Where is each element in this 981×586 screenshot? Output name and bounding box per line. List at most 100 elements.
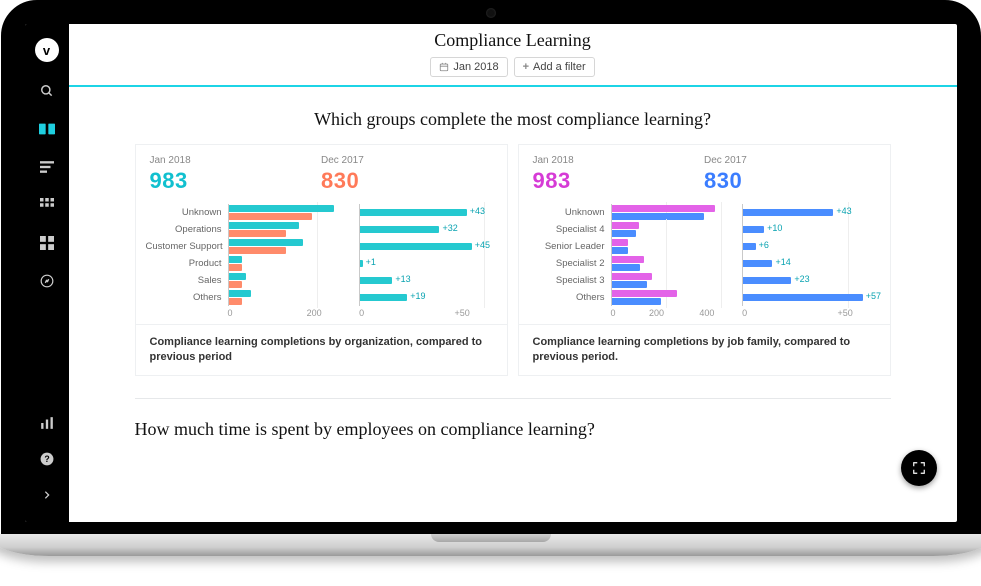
- chart-track: [611, 272, 727, 289]
- chart-row: +6: [732, 238, 879, 255]
- chart-track: +19: [359, 289, 496, 306]
- chart-value-label: +57: [866, 291, 881, 301]
- chart-bar: [229, 290, 251, 297]
- chart-bar: [229, 281, 242, 288]
- chart-bar: [612, 222, 639, 229]
- date-filter-label: Jan 2018: [453, 61, 498, 73]
- chart-track: [611, 221, 727, 238]
- chart-value-label: +19: [410, 291, 425, 301]
- list-icon[interactable]: [37, 158, 57, 176]
- main-panel: Compliance Learning Jan 2018 + Add a fil…: [69, 24, 957, 522]
- card-caption: Compliance learning completions by organ…: [136, 324, 507, 375]
- chart-row: +45: [349, 238, 496, 255]
- sidebar: v: [25, 24, 69, 522]
- chart-value-label: +43: [836, 206, 851, 216]
- chart-bar: [612, 273, 653, 280]
- chart-bar: [612, 239, 628, 246]
- chart-track: +43: [359, 204, 496, 221]
- analytics-icon[interactable]: [37, 414, 57, 432]
- svg-text:?: ?: [44, 454, 49, 464]
- chart-value-label: +14: [775, 257, 790, 267]
- chart-jobfam-delta: +43 +10 +6 +14 +23 +57 0+50: [732, 204, 879, 318]
- chart-bar: [229, 230, 286, 237]
- app-logo[interactable]: v: [35, 38, 59, 62]
- chart-bar: [612, 264, 641, 271]
- chart-bar: [612, 230, 637, 237]
- chart-bar: [612, 281, 647, 288]
- chart-value-label: +45: [475, 240, 490, 250]
- chart-bar: [743, 294, 863, 301]
- chart-bar: [229, 239, 304, 246]
- chart-row-label: Customer Support: [146, 241, 228, 252]
- date-filter-chip[interactable]: Jan 2018: [430, 57, 507, 77]
- chart-bar: [360, 260, 362, 267]
- chart-row-label: Specialist 3: [529, 275, 611, 286]
- chart-row: Specialist 2: [529, 255, 727, 272]
- chart-bar: [360, 209, 467, 216]
- chart-axis: 0200: [146, 308, 344, 318]
- chart-value-label: +23: [794, 274, 809, 284]
- chart-axis: 0+50: [732, 308, 879, 318]
- chart-bar: [360, 243, 472, 250]
- chart-track: +32: [359, 221, 496, 238]
- card-org: Jan 2018 983 Dec 2017 830 UnknownOperati…: [135, 144, 508, 376]
- chart-row-label: Others: [529, 292, 611, 303]
- chart-row: +19: [349, 289, 496, 306]
- chart-row: +32: [349, 221, 496, 238]
- help-icon[interactable]: ?: [37, 450, 57, 468]
- chart-value-label: +32: [442, 223, 457, 233]
- chart-bar: [612, 247, 628, 254]
- chart-row: +43: [349, 204, 496, 221]
- chart-bar: [743, 226, 764, 233]
- chart-bar: [229, 256, 242, 263]
- chart-row: +43: [732, 204, 879, 221]
- chart-track: +1: [359, 255, 496, 272]
- chart-row: +10: [732, 221, 879, 238]
- chart-track: [228, 238, 344, 255]
- chart-row: +23: [732, 272, 879, 289]
- chart-row: +57: [732, 289, 879, 306]
- grid-icon[interactable]: [37, 196, 57, 214]
- chart-org-delta: +43+32+45+1+13+190+50: [349, 204, 496, 318]
- chart-bar: [743, 243, 756, 250]
- library-icon[interactable]: [37, 120, 57, 138]
- chart-bar: [743, 277, 791, 284]
- chart-value-label: +6: [759, 240, 769, 250]
- fullscreen-icon: [912, 461, 926, 475]
- chart-track: [228, 204, 344, 221]
- chart-row-label: Product: [146, 258, 228, 269]
- chart-bar: [229, 264, 242, 271]
- stat-value: 983: [533, 168, 705, 194]
- chart-value-label: +43: [470, 206, 485, 216]
- chart-row: Sales: [146, 272, 344, 289]
- chart-track: [611, 204, 727, 221]
- chart-bar: [743, 209, 833, 216]
- search-icon[interactable]: [37, 82, 57, 100]
- content-scroll[interactable]: Which groups complete the most complianc…: [69, 87, 957, 522]
- chart-bar: [612, 205, 716, 212]
- chart-track: [611, 289, 727, 306]
- chart-value-label: +10: [767, 223, 782, 233]
- chart-bar: [612, 298, 661, 305]
- laptop-camera: [486, 8, 496, 18]
- laptop-hinge: [0, 534, 981, 556]
- chart-row-label: Sales: [146, 275, 228, 286]
- add-filter-label: Add a filter: [533, 61, 586, 73]
- chart-row-label: Specialist 2: [529, 258, 611, 269]
- chart-bar: [360, 277, 392, 284]
- section-divider: [135, 398, 891, 399]
- compass-icon[interactable]: [37, 272, 57, 290]
- chart-track: [611, 238, 727, 255]
- collapse-icon[interactable]: [37, 486, 57, 504]
- chart-track: +45: [359, 238, 496, 255]
- chart-axis: 0200400: [529, 308, 727, 318]
- chart-bar: [360, 294, 407, 301]
- chart-row: Customer Support: [146, 238, 344, 255]
- add-filter-chip[interactable]: + Add a filter: [514, 57, 595, 77]
- apps-icon[interactable]: [37, 234, 57, 252]
- chart-jobfam-current: UnknownSpecialist 4Senior LeaderSpeciali…: [529, 204, 727, 318]
- chart-track: +6: [742, 238, 879, 255]
- question-1: Which groups complete the most complianc…: [135, 109, 891, 130]
- stat-period: Jan 2018: [533, 155, 705, 166]
- fullscreen-fab[interactable]: [901, 450, 937, 486]
